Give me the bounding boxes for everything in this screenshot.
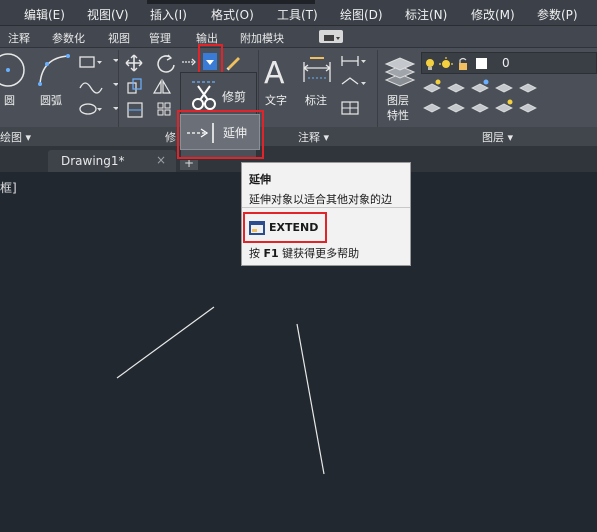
svg-text:A: A <box>264 56 285 88</box>
dimension-icon[interactable] <box>300 54 334 88</box>
text-button-label[interactable]: 文字 <box>265 92 287 108</box>
menu-insert[interactable]: 插入(I) <box>150 6 187 23</box>
menu-bar: 编辑(E) 视图(V) 插入(I) 格式(O) 工具(T) 绘图(D) 标注(N… <box>0 0 597 26</box>
highlight-extend-item <box>177 110 264 159</box>
circle-icon[interactable] <box>0 52 28 90</box>
trim-extend-button-icon[interactable] <box>181 55 199 69</box>
modify-tools-icons[interactable] <box>124 53 180 121</box>
trim-menu-item[interactable]: 修剪 <box>186 78 254 112</box>
draw-tools-icons[interactable] <box>77 54 107 120</box>
menu-dimension[interactable]: 标注(N) <box>405 6 447 23</box>
menu-view[interactable]: 视图(V) <box>87 6 129 23</box>
menu-tools[interactable]: 工具(T) <box>277 6 318 23</box>
trim-label: 修剪 <box>222 90 247 104</box>
ribbon-tabs: 注释 参数化 视图 管理 输出 附加模块 <box>0 26 597 48</box>
ribbon-toggle-button[interactable] <box>319 30 343 43</box>
erase-icon[interactable] <box>224 53 242 71</box>
drawing-line[interactable] <box>116 306 215 379</box>
highlight-extend-command <box>243 212 327 243</box>
tab-manage[interactable]: 管理 <box>149 30 171 46</box>
tab-view[interactable]: 视图 <box>108 30 130 46</box>
tab-addins[interactable]: 附加模块 <box>240 30 284 46</box>
annotation-tools-icons[interactable] <box>338 52 368 118</box>
close-tab-icon[interactable]: × <box>156 153 166 167</box>
help-prefix: 按 <box>249 247 260 260</box>
drawing-tab-label: Drawing1* <box>61 154 125 168</box>
menu-edit[interactable]: 编辑(E) <box>24 6 65 23</box>
menu-format[interactable]: 格式(O) <box>211 6 254 23</box>
dimension-button-label[interactable]: 标注 <box>305 92 327 108</box>
tooltip-title: 延伸 <box>249 173 271 186</box>
arc-button-label[interactable]: 圆弧 <box>40 92 62 108</box>
layer-properties-label-1[interactable]: 图层 <box>387 92 409 108</box>
text-icon[interactable]: A <box>262 56 294 88</box>
menu-draw[interactable]: 绘图(D) <box>340 6 383 23</box>
circle-button-label[interactable]: 圆 <box>4 92 15 108</box>
current-layer-name: 0 <box>502 56 510 70</box>
drawing-line[interactable] <box>296 323 325 475</box>
menu-modify[interactable]: 修改(M) <box>471 6 515 23</box>
help-suffix: 键获得更多帮助 <box>282 247 360 260</box>
modify-panel-title[interactable]: 修 <box>165 129 176 145</box>
layer-dropdown[interactable]: 0 <box>421 52 597 74</box>
layer-state-icons <box>426 57 487 70</box>
tab-annotate[interactable]: 注释 <box>8 30 30 46</box>
menu-parameters[interactable]: 参数(P) <box>537 6 578 23</box>
help-key: F1 <box>263 247 279 260</box>
layers-panel-title[interactable]: 图层 ▾ <box>482 129 513 145</box>
layer-properties-icon[interactable] <box>384 54 416 90</box>
tooltip-divider <box>242 207 410 208</box>
trim-icon <box>192 81 216 110</box>
tooltip-help: 按 F1 键获得更多帮助 <box>249 245 359 261</box>
ribbon-toggle-icon <box>324 35 340 41</box>
layer-tools-icons[interactable] <box>422 78 542 120</box>
tooltip-description: 延伸对象以适合其他对象的边 <box>249 193 392 206</box>
annotation-panel-title[interactable]: 注释 ▾ <box>298 129 329 145</box>
tab-parametric[interactable]: 参数化 <box>52 30 85 46</box>
menu-bar-shadow <box>147 0 315 4</box>
arc-icon[interactable] <box>36 52 72 88</box>
draw-panel-title[interactable]: 绘图 ▾ <box>0 129 31 145</box>
layer-properties-label-2[interactable]: 特性 <box>387 107 409 123</box>
drawing-tab[interactable]: Drawing1* × <box>48 150 176 172</box>
